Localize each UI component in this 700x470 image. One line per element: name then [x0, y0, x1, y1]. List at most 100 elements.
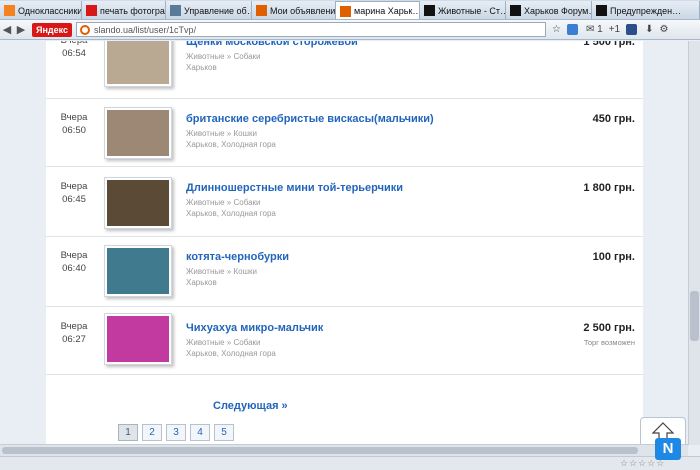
listing-category-path: Животные » Кошки	[186, 129, 257, 138]
listing-day: Вчера	[60, 181, 88, 192]
browser-tab[interactable]: Предупрежден…	[592, 1, 700, 19]
listing-date: Вчера 06:45	[56, 180, 92, 206]
listing-category-path: Животные » Собаки	[186, 338, 261, 347]
listing-row: Вчера 06:27 Чихуахуа микро-мальчик Животные…	[46, 307, 643, 375]
browser-tab[interactable]: марина Харьк…×	[336, 1, 420, 19]
listing-title-link[interactable]: Щенки московской сторожевой	[186, 41, 358, 48]
browser-tab[interactable]: Мои объявлени…	[252, 1, 336, 19]
listings-container: Вчера 06:27 Чихуахуа микро-мальчик Животные…	[46, 41, 643, 444]
listing-location: Харьков, Холодная гора	[186, 209, 276, 218]
extension-icon[interactable]	[626, 22, 639, 38]
tab-label: Одноклассники	[18, 5, 82, 16]
listing-location: Харьков	[186, 63, 217, 72]
address-bar[interactable]: slando.ua/list/user/1cTvp/	[76, 22, 547, 37]
page-button[interactable]: 4	[190, 424, 210, 441]
yandex-logo[interactable]: Яндекс	[32, 22, 73, 37]
forum-icon	[596, 5, 607, 16]
forward-icon[interactable]: ▶	[14, 22, 28, 38]
n-widget-icon[interactable]: N	[655, 438, 681, 460]
mail-count: 1	[597, 24, 603, 35]
status-bar: ☆☆☆☆☆	[0, 456, 700, 470]
download-icon[interactable]: ⬇	[645, 22, 653, 38]
listing-time: 06:50	[62, 125, 86, 136]
horizontal-scroll-thumb[interactable]	[2, 447, 638, 454]
puppies-photo	[107, 41, 169, 84]
plus-one-button[interactable]: +1	[609, 22, 620, 38]
page-viewport: Вчера 06:27 Чихуахуа микро-мальчик Животные…	[0, 41, 688, 444]
listing-title-link[interactable]: котята-чернобурки	[186, 251, 289, 263]
tab-label: Предупрежден…	[610, 5, 682, 16]
tab-label: Харьков Форум…	[524, 5, 592, 16]
vertical-scroll-thumb[interactable]	[690, 291, 699, 341]
star-icon[interactable]: ☆	[552, 22, 561, 38]
listing-day: Вчера	[60, 112, 88, 123]
forum-icon	[424, 5, 435, 16]
listing-photo[interactable]	[104, 177, 172, 229]
listing-category: Животные » Кошки Харьков	[186, 266, 257, 288]
navigation-bar: ◀ ▶ Яндекс slando.ua/list/user/1cTvp/ ☆ …	[0, 20, 700, 40]
page-button[interactable]: 3	[166, 424, 186, 441]
listing-photo[interactable]	[104, 41, 172, 87]
yandex-icon	[86, 5, 97, 16]
kittens-photo	[107, 110, 169, 156]
listing-title-link[interactable]: Чихуахуа микро-мальчик	[186, 322, 323, 334]
mail-button[interactable]: ✉ 1	[586, 22, 603, 38]
kitten-photo	[107, 248, 169, 294]
back-icon[interactable]: ◀	[0, 22, 14, 38]
listing-location: Харьков, Холодная гора	[186, 140, 276, 149]
listing-time: 06:40	[62, 263, 86, 274]
page-button[interactable]: 5	[214, 424, 234, 441]
info-icon[interactable]	[566, 22, 580, 38]
listing-row: Вчера 06:50 британские серебристые вискасы…	[46, 99, 643, 167]
page-button[interactable]: 2	[142, 424, 162, 441]
listing-price: 100 грн.	[592, 251, 635, 263]
listing-price: 2 500 грн.	[583, 322, 635, 334]
listing-photo[interactable]	[104, 245, 172, 297]
listing-category-path: Животные » Собаки	[186, 198, 261, 207]
slando-icon	[256, 5, 267, 16]
listing-photo[interactable]	[104, 107, 172, 159]
vertical-scrollbar[interactable]	[688, 41, 700, 445]
listing-photo[interactable]	[104, 313, 172, 365]
listing-category-path: Животные » Собаки	[186, 52, 261, 61]
tab-bar: Одноклассники печать фотогра… Управление о…	[0, 0, 700, 20]
listing-row: Вчера 06:45 Длинношерстные мини той-терьер…	[46, 167, 643, 237]
listing-title-link[interactable]: британские серебристые вискасы(мальчики)	[186, 113, 434, 125]
listing-price-note: Торг возможен	[583, 338, 635, 347]
listing-day: Вчера	[60, 321, 88, 332]
page-icon	[170, 5, 181, 16]
page-button[interactable]: 1	[118, 424, 138, 441]
site-favicon-icon	[80, 24, 91, 35]
settings-icon[interactable]: ⚙	[660, 22, 669, 38]
listing-date: Вчера 06:40	[56, 249, 92, 275]
chihuahua-photo	[107, 316, 169, 362]
slando-icon	[340, 5, 351, 17]
tab-label: марина Харьк…	[354, 6, 420, 16]
listing-location: Харьков, Холодная гора	[186, 349, 276, 358]
browser-tab[interactable]: Одноклассники	[0, 1, 82, 19]
browser-tab[interactable]: Харьков Форум…	[506, 1, 592, 19]
browser-tab[interactable]: Животные - Ст…	[420, 1, 506, 19]
tab-label: Управление об…	[184, 5, 252, 16]
listing-time: 06:54	[62, 48, 86, 59]
listing-date: Вчера 06:50	[56, 111, 92, 137]
url-text: slando.ua/list/user/1cTvp/	[94, 24, 197, 35]
listing-row: Вчера 06:40 котята-чернобурки Животные » Ко…	[46, 237, 643, 307]
browser-tab[interactable]: Управление об…	[166, 1, 252, 19]
listing-row: Вчера06:54 Щенки московской сторожевой Жив…	[46, 41, 643, 99]
listing-category: Животные » Собаки Харьков, Холодная гора	[186, 197, 276, 219]
browser-tab[interactable]: печать фотогра…	[82, 1, 166, 19]
odnoklassniki-icon	[4, 5, 15, 16]
listing-price: 1 800 грн.	[583, 182, 635, 194]
pagination: 12345	[118, 424, 238, 441]
tab-label: Мои объявлени…	[270, 5, 336, 16]
plus-count: +1	[608, 24, 621, 35]
listing-price: 1 500 грн.	[583, 41, 635, 48]
listing-date: Вчера06:54	[56, 41, 92, 60]
listing-day: Вчера	[60, 250, 88, 261]
listing-category: Животные » Собаки Харьков, Холодная гора	[186, 337, 276, 359]
horizontal-scrollbar[interactable]	[0, 444, 688, 456]
listing-title-link[interactable]: Длинношерстные мини той-терьерчики	[186, 182, 403, 194]
next-page-link[interactable]: Следующая »	[213, 400, 288, 412]
listing-date: Вчера 06:27	[56, 320, 92, 346]
